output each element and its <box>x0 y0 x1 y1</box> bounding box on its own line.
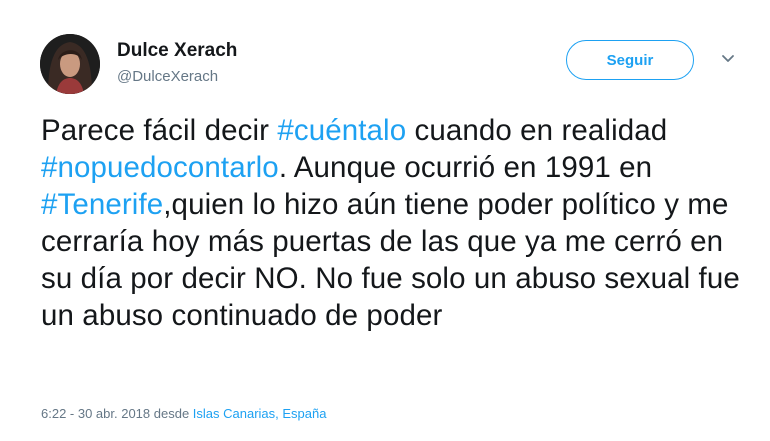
tweet-text-segment: . Aunque ocurrió en 1991 en <box>278 151 653 184</box>
avatar[interactable] <box>40 34 100 94</box>
tweet-card: Dulce Xerach @DulceXerach Seguir Parece … <box>0 0 770 441</box>
hashtag-link[interactable]: #nopuedocontarlo <box>41 151 279 184</box>
hashtag-link[interactable]: #Tenerife <box>41 188 163 221</box>
hashtag-link[interactable]: #cuéntalo <box>277 114 406 147</box>
tweet-text-segment: cuando en realidad <box>406 114 668 147</box>
timestamp-text[interactable]: 6:22 - 30 abr. 2018 desde <box>41 406 193 421</box>
tweet-text: Parece fácil decir #cuéntalo cuando en r… <box>41 112 741 334</box>
chevron-down-icon[interactable] <box>719 52 737 66</box>
tweet-text-segment: Parece fácil decir <box>41 114 278 147</box>
location-link[interactable]: Islas Canarias, España <box>193 406 327 421</box>
tweet-timestamp: 6:22 - 30 abr. 2018 desde Islas Canarias… <box>41 406 326 421</box>
follow-button[interactable]: Seguir <box>566 40 694 80</box>
user-handle[interactable]: @DulceXerach <box>117 68 218 85</box>
display-name[interactable]: Dulce Xerach <box>117 40 237 62</box>
